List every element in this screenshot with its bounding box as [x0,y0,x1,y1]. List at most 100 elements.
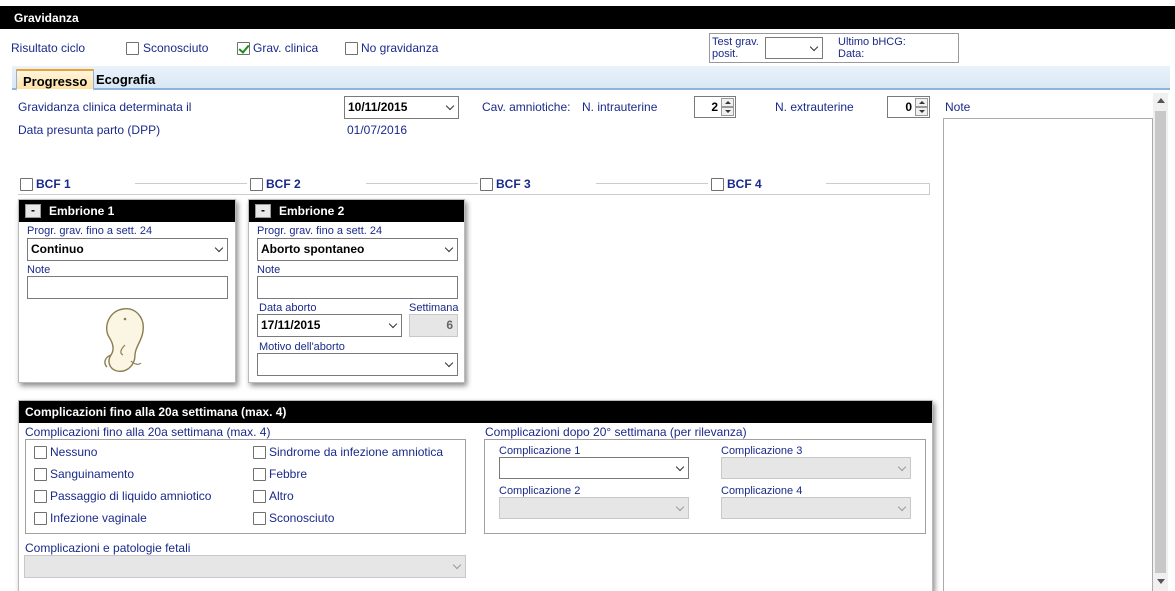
febbre-label: Febbre [269,467,308,481]
complicazione-1-select[interactable] [499,457,689,479]
sanguinamento-checkbox[interactable] [34,468,47,481]
chevron-down-icon [675,462,685,472]
embrione-2-progr-select[interactable]: Aborto spontaneo [257,238,458,261]
extrauterine-label: N. extrauterine [775,100,854,114]
stepper-up-icon[interactable] [721,98,734,107]
liquido-amniotico-label: Passaggio di liquido amniotico [50,489,212,503]
bcf2-label: BCF 2 [266,177,301,191]
stepper-down-icon[interactable] [915,107,928,116]
bcf-divider [596,183,708,184]
sindrome-infezione-checkbox[interactable] [253,446,266,459]
bhcg-label-line1: Ultimo bHCG: [838,36,906,48]
sconosciuto-checkbox[interactable] [126,42,139,55]
bcf3-label: BCF 3 [496,177,531,191]
stepper-up-icon[interactable] [915,98,928,107]
bcf4-checkbox[interactable] [711,178,724,191]
embrione-2-progr-value: Aborto spontaneo [261,242,365,256]
embrione-2-note-label: Note [257,264,281,276]
scroll-up-icon[interactable] [1157,98,1165,103]
chevron-down-icon [452,560,462,570]
embrione-1-progr-value: Continuo [31,242,84,256]
bcf1-label: BCF 1 [36,177,71,191]
nessuno-label: Nessuno [50,445,98,459]
data-aborto-label: Data aborto [259,302,317,314]
no-gravidanza-checkbox[interactable] [345,42,358,55]
data-aborto-picker[interactable]: 17/11/2015 [257,314,402,337]
grav-clinica-label: Grav. clinica [253,41,319,55]
window-title: Gravidanza [0,6,1175,29]
tab-progresso[interactable]: Progresso [16,69,95,91]
chevron-down-icon [897,502,907,512]
tab-ecografia[interactable]: Ecografia [90,69,161,91]
grav-clinica-checkbox[interactable] [237,42,250,55]
nessuno-checkbox[interactable] [34,446,47,459]
scroll-thumb[interactable] [1155,111,1166,573]
complicazioni-group-label: Complicazioni fino alla 20a settimana (m… [25,425,271,439]
chevron-down-icon [809,42,819,52]
cav-amniotiche-label: Cav. amniotiche: [482,100,571,114]
bcf-divider [826,183,930,184]
tab-bar [12,66,1170,90]
complicazione-2-select[interactable] [499,497,689,519]
note-textarea[interactable] [943,118,1153,591]
intrauterine-stepper[interactable]: 2 [694,96,736,118]
febbre-checkbox[interactable] [253,468,266,481]
complicazione-4-select[interactable] [721,497,911,519]
embryo-icon [104,308,144,372]
test-grav-label-line1: Test grav. [712,36,759,48]
dopo-20-label: Complicazioni dopo 20° settimana (per ri… [485,425,747,439]
fetali-select[interactable] [24,555,466,578]
grav-clinica-determinata-label: Gravidanza clinica determinata il [18,100,192,114]
bcf4-label: BCF 4 [727,177,762,191]
bhcg-label: Ultimo bHCG: Data: [838,36,906,60]
no-gravidanza-label: No gravidanza [361,41,439,55]
bcf-divider [135,183,247,184]
complicazione-3-select[interactable] [721,457,911,479]
scroll-down-icon[interactable] [1157,579,1165,584]
motivo-aborto-label: Motivo dell'aborto [259,341,345,353]
intrauterine-label: N. intrauterine [582,100,658,114]
data-aborto-value: 17/11/2015 [261,318,321,332]
complicazione-3-label: Complicazione 3 [721,445,803,457]
embrione-1-note-input[interactable] [27,276,228,299]
infezione-vaginale-label: Infezione vaginale [50,511,147,525]
bcf2-checkbox[interactable] [250,178,263,191]
test-grav-label-line2: posit. [712,48,739,60]
sconosciuto-compl-label: Sconosciuto [269,511,335,525]
sconosciuto-label: Sconosciuto [143,41,209,55]
embrione-2-progr-label: Progr. grav. fino a sett. 24 [257,225,383,237]
chevron-down-icon [444,358,454,368]
sconosciuto-compl-checkbox[interactable] [253,512,266,525]
embrione-1-header: - Embrione 1 [19,200,235,222]
embrione-1-note-label: Note [27,264,51,276]
complicazione-2-label: Complicazione 2 [499,485,581,497]
liquido-amniotico-checkbox[interactable] [34,490,47,503]
extrauterine-stepper[interactable]: 0 [887,96,930,118]
sindrome-infezione-label: Sindrome da infezione amniotica [269,445,444,459]
note-label: Note [945,100,971,114]
dpp-label: Data presunta parto (DPP) [18,123,161,137]
sanguinamento-label: Sanguinamento [50,467,135,481]
altro-checkbox[interactable] [253,490,266,503]
complicazione-4-label: Complicazione 4 [721,485,803,497]
bcf-divider [366,183,478,184]
chevron-down-icon [897,462,907,472]
embrione-1-progr-select[interactable]: Continuo [27,238,228,261]
test-grav-select[interactable] [765,37,823,59]
collapse-button[interactable]: - [25,204,41,218]
grav-date-picker[interactable]: 10/11/2015 [344,96,459,119]
grav-date-value: 10/11/2015 [348,100,408,114]
complicazioni-header: Complicazioni fino alla 20a settimana (m… [19,401,932,423]
motivo-aborto-select[interactable] [257,353,458,376]
chevron-down-icon [214,243,224,253]
scrollbar[interactable] [1153,93,1168,591]
intrauterine-value: 2 [711,100,718,114]
embrione-1-title: Embrione 1 [49,204,115,218]
chevron-down-icon [388,319,398,329]
bcf1-checkbox[interactable] [20,178,33,191]
embrione-2-note-input[interactable] [257,276,458,299]
bcf3-checkbox[interactable] [480,178,493,191]
infezione-vaginale-checkbox[interactable] [34,512,47,525]
collapse-button[interactable]: - [255,204,271,218]
stepper-down-icon[interactable] [721,107,734,116]
